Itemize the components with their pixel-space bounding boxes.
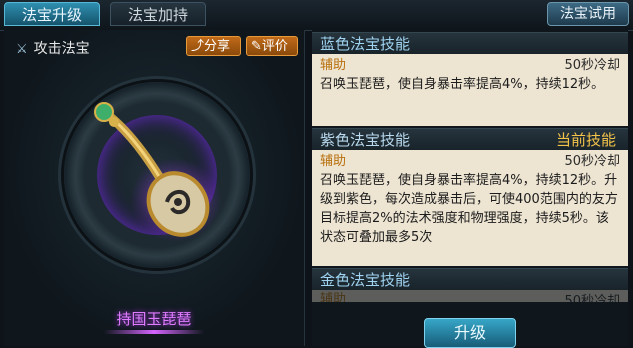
blue-skill-title: 蓝色法宝技能 (320, 35, 411, 53)
artifact-display-panel: ⚔ 攻击法宝 ⤴分享 ✎评价 持国玉琵琶 (4, 30, 305, 346)
gold-skill-role: 辅助 (320, 292, 347, 302)
share-button[interactable]: ⤴分享 (186, 36, 241, 56)
artifact-name-glow (104, 330, 204, 334)
rate-button[interactable]: ✎评价 (246, 36, 298, 56)
skills-panel: 蓝色法宝技能 辅助 50秒冷却 召唤玉琵琶，使自身暴击率提高4%，持续12秒。 … (312, 30, 628, 346)
purple-skill-cooldown: 50秒冷却 (564, 154, 620, 169)
gold-skill-cooldown: 50秒冷却 (564, 294, 620, 302)
top-bar: 法宝升级 法宝加持 法宝试用 (0, 0, 633, 31)
purple-skill-header: 紫色法宝技能 当前技能 (312, 128, 628, 150)
blue-skill-cooldown: 50秒冷却 (564, 58, 620, 73)
purple-skill-role: 辅助 (320, 154, 347, 169)
artifact-trial-button[interactable]: 法宝试用 (547, 2, 629, 26)
artifact-category-label: 攻击法宝 (33, 41, 90, 57)
blue-skill-role: 辅助 (320, 58, 347, 73)
jade-pipa-artifact-icon (94, 102, 222, 242)
share-icon: ⤴ (191, 39, 205, 54)
artifact-name: 持国玉琵琶 (116, 310, 192, 328)
gold-skill-title: 金色法宝技能 (320, 271, 411, 289)
artifact-category: ⚔ 攻击法宝 (16, 38, 90, 58)
purple-skill-description: 召唤玉琵琶，使自身暴击率提高4%，持续12秒。升级到紫色，每次造成暴击后，可使4… (320, 173, 618, 245)
gold-skill-body: 辅助 50秒冷却 (312, 290, 628, 302)
blue-skill-body: 辅助 50秒冷却 召唤玉琵琶，使自身暴击率提高4%，持续12秒。 (312, 54, 628, 126)
blue-skill-header: 蓝色法宝技能 (312, 32, 628, 54)
edit-icon: ✎ (251, 39, 262, 54)
purple-skill-title: 紫色法宝技能 (320, 131, 411, 149)
current-skill-tag: 当前技能 (555, 131, 616, 149)
gold-skill-header: 金色法宝技能 (312, 268, 628, 290)
tab-artifact-blessing[interactable]: 法宝加持 (110, 2, 206, 26)
blue-skill-description: 召唤玉琵琶，使自身暴击率提高4%，持续12秒。 (320, 77, 605, 92)
share-label: 分享 (204, 39, 231, 54)
tab-artifact-upgrade[interactable]: 法宝升级 (4, 2, 100, 26)
upgrade-button[interactable]: 升级 (424, 318, 516, 348)
purple-skill-body: 辅助 50秒冷却 召唤玉琵琶，使自身暴击率提高4%，持续12秒。升级到紫色，每次… (312, 150, 628, 266)
rate-label: 评价 (261, 39, 288, 54)
crossed-swords-icon: ⚔ (16, 42, 28, 57)
